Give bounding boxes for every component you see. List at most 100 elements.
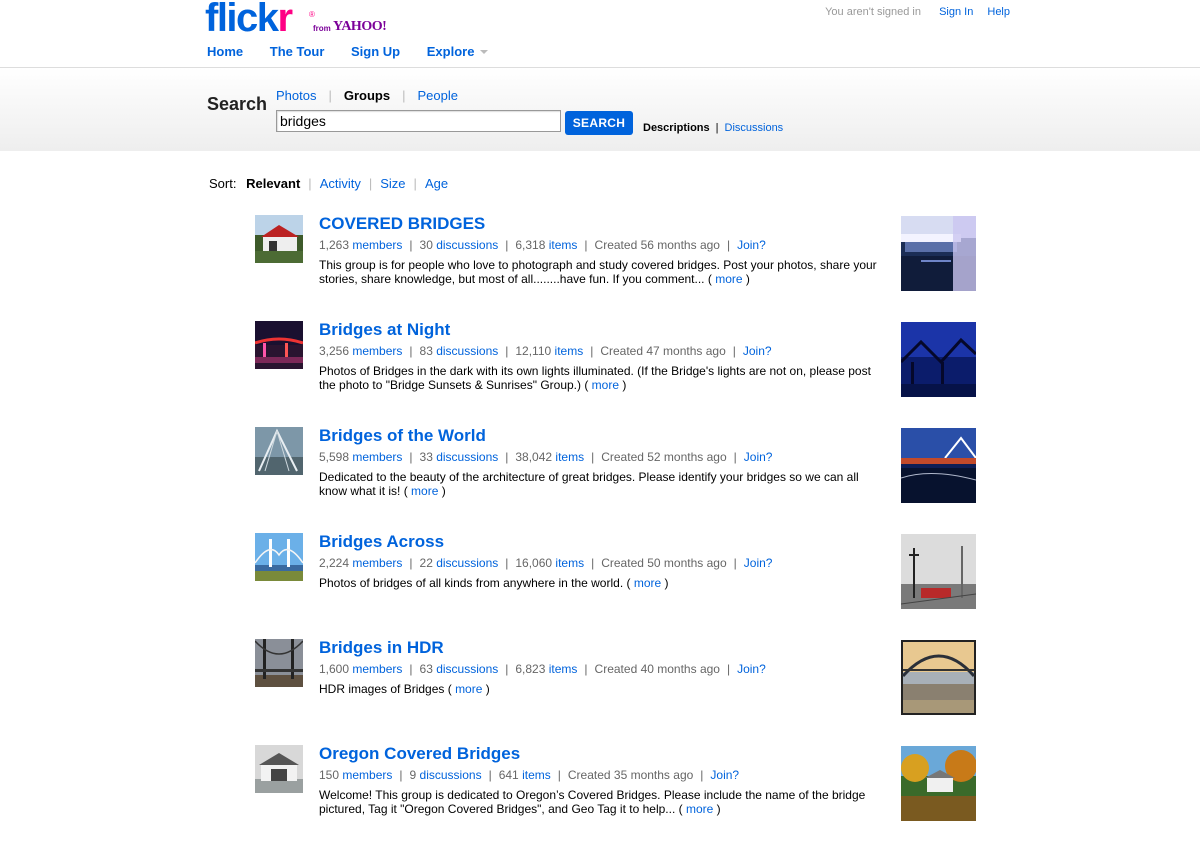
tab-groups[interactable]: Groups xyxy=(344,88,390,103)
created-age: Created 56 months ago xyxy=(594,238,720,252)
members-link[interactable]: members xyxy=(352,238,402,252)
group-thumbnail[interactable] xyxy=(901,428,976,503)
discussions-link[interactable]: discussions xyxy=(436,662,498,676)
more-link[interactable]: more xyxy=(411,484,438,498)
items-count: 6,823 xyxy=(515,662,546,676)
stat-divider: | xyxy=(488,768,492,782)
group-avatar[interactable] xyxy=(255,427,303,475)
members-link[interactable]: members xyxy=(352,556,402,570)
group-title[interactable]: COVERED BRIDGES xyxy=(319,214,485,234)
stat-divider: | xyxy=(399,768,403,782)
nav-explore[interactable]: Explore xyxy=(427,44,489,59)
group-title[interactable]: Oregon Covered Bridges xyxy=(319,744,520,764)
created-age: Created 47 months ago xyxy=(600,344,726,358)
join-link[interactable]: Join? xyxy=(710,768,739,782)
group-avatar[interactable] xyxy=(255,321,303,369)
stat-divider: | xyxy=(584,662,588,676)
more-link[interactable]: more xyxy=(592,378,619,392)
stat-divider: | xyxy=(733,556,737,570)
join-link[interactable]: Join? xyxy=(744,450,773,464)
members-link[interactable]: members xyxy=(352,344,402,358)
logo-text-pink: r xyxy=(277,0,294,40)
group-thumbnail[interactable] xyxy=(901,322,976,397)
discussions-link[interactable]: discussions xyxy=(436,450,498,464)
items-count: 6,318 xyxy=(515,238,546,252)
sort-activity[interactable]: Activity xyxy=(320,176,361,191)
more-link[interactable]: more xyxy=(455,682,482,696)
group-result: Bridges Across 2,224 members | 22 discussi… xyxy=(0,532,1200,638)
chevron-down-icon[interactable] xyxy=(480,49,489,54)
scope-discussions[interactable]: Discussions xyxy=(725,122,784,134)
group-result: Oregon Covered Bridges 150 members | 9 dis… xyxy=(0,744,1200,850)
items-link[interactable]: items xyxy=(549,662,578,676)
items-link[interactable]: items xyxy=(555,450,584,464)
join-link[interactable]: Join? xyxy=(737,238,766,252)
nav-tour[interactable]: The Tour xyxy=(270,44,325,59)
group-avatar[interactable] xyxy=(255,639,303,687)
join-link[interactable]: Join? xyxy=(737,662,766,676)
group-stats: 2,224 members | 22 discussions | 16,060 item… xyxy=(319,556,772,570)
help-link[interactable]: Help xyxy=(987,6,1010,18)
tab-divider: | xyxy=(402,88,406,103)
discussions-count: 33 xyxy=(419,450,433,464)
group-thumbnail[interactable] xyxy=(901,640,976,715)
items-link[interactable]: items xyxy=(549,238,578,252)
items-count: 12,110 xyxy=(515,344,552,358)
scope-descriptions[interactable]: Descriptions xyxy=(643,122,710,134)
group-avatar[interactable] xyxy=(255,533,303,581)
nav-explore-label: Explore xyxy=(426,44,475,59)
items-count: 38,042 xyxy=(515,450,553,464)
logo-text-blue: flick xyxy=(205,0,279,40)
nav-signup[interactable]: Sign Up xyxy=(351,44,400,59)
discussions-link[interactable]: discussions xyxy=(436,556,498,570)
group-stats: 5,598 members | 33 discussions | 38,042 item… xyxy=(319,450,772,464)
more-link[interactable]: more xyxy=(634,576,661,590)
discussions-count: 30 xyxy=(419,238,433,252)
stat-divider: | xyxy=(700,768,704,782)
search-input[interactable] xyxy=(276,110,561,132)
join-link[interactable]: Join? xyxy=(743,344,772,358)
members-count: 1,600 xyxy=(319,662,350,676)
group-title[interactable]: Bridges in HDR xyxy=(319,638,444,658)
stat-divider: | xyxy=(732,344,736,358)
group-avatar[interactable] xyxy=(255,745,303,793)
description-close: ) xyxy=(664,576,669,590)
members-link[interactable]: members xyxy=(352,450,402,464)
join-link[interactable]: Join? xyxy=(744,556,773,570)
search-button[interactable]: SEARCH xyxy=(565,111,633,135)
more-link[interactable]: more xyxy=(715,272,742,286)
sort-relevant[interactable]: Relevant xyxy=(246,176,300,191)
group-thumbnail[interactable] xyxy=(901,216,976,291)
items-link[interactable]: items xyxy=(555,556,584,570)
discussions-link[interactable]: discussions xyxy=(420,768,482,782)
nav-home[interactable]: Home xyxy=(207,44,243,59)
items-count: 641 xyxy=(498,768,519,782)
items-link[interactable]: items xyxy=(522,768,551,782)
tab-photos[interactable]: Photos xyxy=(276,88,316,103)
members-link[interactable]: members xyxy=(342,768,392,782)
signin-link[interactable]: Sign In xyxy=(939,6,973,18)
group-title[interactable]: Bridges Across xyxy=(319,532,444,552)
stat-divider: | xyxy=(590,344,594,358)
group-title[interactable]: Bridges of the World xyxy=(319,426,486,446)
more-link[interactable]: more xyxy=(686,802,713,816)
members-count: 3,256 xyxy=(319,344,350,358)
sort-size[interactable]: Size xyxy=(380,176,405,191)
tab-people[interactable]: People xyxy=(418,88,458,103)
sort-age[interactable]: Age xyxy=(425,176,448,191)
created-age: Created 50 months ago xyxy=(601,556,727,570)
discussions-link[interactable]: discussions xyxy=(436,238,498,252)
discussions-link[interactable]: discussions xyxy=(436,344,498,358)
search-title: Search xyxy=(207,94,268,114)
members-link[interactable]: members xyxy=(352,662,402,676)
group-title[interactable]: Bridges at Night xyxy=(319,320,450,340)
stat-divider: | xyxy=(591,450,595,464)
items-link[interactable]: items xyxy=(555,344,584,358)
group-description: Dedicated to the beauty of the architect… xyxy=(319,470,879,498)
group-result: Bridges of the World 5,598 members | 33 di… xyxy=(0,426,1200,532)
members-count: 2,224 xyxy=(319,556,350,570)
group-thumbnail[interactable] xyxy=(901,746,976,821)
group-thumbnail[interactable] xyxy=(901,534,976,609)
created-age: Created 52 months ago xyxy=(601,450,727,464)
group-avatar[interactable] xyxy=(255,215,303,263)
